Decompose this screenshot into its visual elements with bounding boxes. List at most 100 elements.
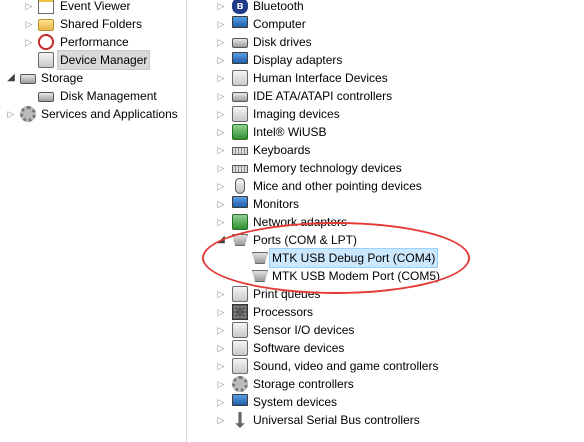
- device-category-sound-video-game[interactable]: ▷ Sound, video and game controllers: [188, 357, 584, 375]
- network-adapter-icon: [232, 214, 248, 230]
- device-category-ports[interactable]: ◢ Ports (COM & LPT): [188, 231, 584, 249]
- tree-item-label: Performance: [60, 35, 129, 49]
- port-icon: [252, 252, 268, 264]
- device-category-ide-controllers[interactable]: ▷ IDE ATA/ATAPI controllers: [188, 87, 584, 105]
- port-icon: [252, 270, 268, 282]
- device-category-monitors[interactable]: ▷ Monitors: [188, 195, 584, 213]
- storage-controller-icon: [232, 376, 248, 392]
- event-viewer-icon: [38, 0, 54, 14]
- device-label: MTK USB Debug Port (COM4): [268, 248, 439, 268]
- chevron-right-icon[interactable]: ▷: [24, 0, 34, 15]
- tree-item-storage[interactable]: ◢ Storage: [0, 69, 185, 87]
- device-category-label: Disk drives: [253, 35, 312, 49]
- tree-item-services-and-applications[interactable]: ▷ Services and Applications: [0, 105, 185, 123]
- device-category-keyboards[interactable]: ▷ Keyboards: [188, 141, 584, 159]
- chevron-right-icon[interactable]: ▷: [216, 51, 226, 69]
- chevron-right-icon[interactable]: ▷: [216, 0, 226, 15]
- device-category-system-devices[interactable]: ▷ System devices: [188, 393, 584, 411]
- device-mtk-usb-modem-port[interactable]: MTK USB Modem Port (COM5): [188, 267, 584, 285]
- storage-icon: [20, 74, 36, 84]
- tree-item-label: Services and Applications: [41, 107, 178, 121]
- device-category-label: Processors: [253, 305, 314, 319]
- chevron-right-icon[interactable]: ▷: [216, 15, 226, 33]
- tree-item-label: Disk Management: [60, 89, 157, 103]
- device-manager-icon: [38, 52, 54, 68]
- device-category-display-adapters[interactable]: ▷ Display adapters: [188, 51, 584, 69]
- pane-divider[interactable]: [186, 0, 187, 442]
- bluetooth-icon: ʙ: [232, 0, 248, 14]
- console-tree: ▷ Event Viewer ▷ Shared Folders ▷ Perfor…: [0, 0, 185, 442]
- tree-item-performance[interactable]: ▷ Performance: [0, 33, 185, 51]
- chevron-right-icon[interactable]: ▷: [6, 105, 16, 123]
- device-category-label: Memory technology devices: [253, 161, 402, 175]
- printer-icon: [232, 286, 248, 302]
- chevron-right-icon[interactable]: ▷: [216, 285, 226, 303]
- chevron-right-icon[interactable]: ▷: [216, 87, 226, 105]
- device-category-memory-technology-devices[interactable]: ▷ Memory technology devices: [188, 159, 584, 177]
- chevron-right-icon[interactable]: ▷: [216, 213, 226, 231]
- chevron-right-icon[interactable]: ▷: [216, 393, 226, 411]
- tree-item-label: Shared Folders: [60, 17, 143, 31]
- device-category-label: Print queues: [253, 287, 321, 301]
- chevron-right-icon[interactable]: ▷: [216, 177, 226, 195]
- chevron-right-icon[interactable]: ▷: [24, 15, 34, 33]
- device-category-label: Imaging devices: [253, 107, 340, 121]
- device-category-label: IDE ATA/ATAPI controllers: [253, 89, 393, 103]
- device-label: MTK USB Modem Port (COM5): [272, 269, 441, 283]
- processor-icon: [232, 304, 248, 320]
- chevron-right-icon[interactable]: ▷: [216, 321, 226, 339]
- device-category-label: Storage controllers: [253, 377, 354, 391]
- device-category-processors[interactable]: ▷ Processors: [188, 303, 584, 321]
- device-category-label: Universal Serial Bus controllers: [253, 413, 420, 427]
- chevron-right-icon[interactable]: ▷: [216, 123, 226, 141]
- device-category-software-devices[interactable]: ▷ Software devices: [188, 339, 584, 357]
- device-category-usb-controllers[interactable]: ▷ Universal Serial Bus controllers: [188, 411, 584, 429]
- device-category-bluetooth[interactable]: ▷ ʙ Bluetooth: [188, 0, 584, 15]
- sensor-icon: [232, 322, 248, 338]
- chevron-right-icon[interactable]: ▷: [216, 303, 226, 321]
- tree-item-label: Device Manager: [56, 50, 151, 70]
- tree-item-event-viewer[interactable]: ▷ Event Viewer: [0, 0, 185, 15]
- device-category-label: Mice and other pointing devices: [253, 179, 422, 193]
- device-category-intel-wiusb[interactable]: ▷ Intel® WiUSB: [188, 123, 584, 141]
- device-category-label: Ports (COM & LPT): [253, 233, 358, 247]
- device-category-disk-drives[interactable]: ▷ Disk drives: [188, 33, 584, 51]
- tree-item-device-manager[interactable]: Device Manager: [0, 50, 185, 70]
- device-category-mice[interactable]: ▷ Mice and other pointing devices: [188, 177, 584, 195]
- device-category-label: Monitors: [253, 197, 300, 211]
- chevron-right-icon[interactable]: ▷: [216, 357, 226, 375]
- services-icon: [20, 106, 36, 122]
- device-category-network-adapters[interactable]: ▷ Network adapters: [188, 213, 584, 231]
- device-category-computer[interactable]: ▷ Computer: [188, 15, 584, 33]
- chevron-right-icon[interactable]: ▷: [216, 33, 226, 51]
- chevron-right-icon[interactable]: ▷: [216, 141, 226, 159]
- tree-item-shared-folders[interactable]: ▷ Shared Folders: [0, 15, 185, 33]
- device-mtk-usb-debug-port[interactable]: MTK USB Debug Port (COM4): [188, 248, 584, 268]
- device-category-imaging-devices[interactable]: ▷ Imaging devices: [188, 105, 584, 123]
- chevron-down-icon[interactable]: ◢: [6, 69, 16, 87]
- device-category-label: Network adapters: [253, 215, 348, 229]
- system-device-icon: [232, 394, 248, 406]
- device-category-storage-controllers[interactable]: ▷ Storage controllers: [188, 375, 584, 393]
- chevron-right-icon[interactable]: ▷: [216, 195, 226, 213]
- chevron-right-icon[interactable]: ▷: [216, 159, 226, 177]
- hid-icon: [232, 70, 248, 86]
- device-category-label: System devices: [253, 395, 338, 409]
- chevron-right-icon[interactable]: ▷: [216, 69, 226, 87]
- usb-icon: [235, 412, 245, 428]
- tree-item-disk-management[interactable]: Disk Management: [0, 87, 185, 105]
- chevron-right-icon[interactable]: ▷: [216, 339, 226, 357]
- device-category-label: Sound, video and game controllers: [253, 359, 439, 373]
- device-category-print-queues[interactable]: ▷ Print queues: [188, 285, 584, 303]
- imaging-device-icon: [232, 106, 248, 122]
- keyboard-icon: [232, 147, 248, 155]
- chevron-right-icon[interactable]: ▷: [24, 33, 34, 51]
- device-category-sensor-io-devices[interactable]: ▷ Sensor I/O devices: [188, 321, 584, 339]
- device-category-label: Human Interface Devices: [253, 71, 388, 85]
- device-category-label: Display adapters: [253, 53, 343, 67]
- chevron-down-icon[interactable]: ◢: [216, 231, 226, 249]
- chevron-right-icon[interactable]: ▷: [216, 105, 226, 123]
- device-category-human-interface-devices[interactable]: ▷ Human Interface Devices: [188, 69, 584, 87]
- chevron-right-icon[interactable]: ▷: [216, 411, 226, 429]
- chevron-right-icon[interactable]: ▷: [216, 375, 226, 393]
